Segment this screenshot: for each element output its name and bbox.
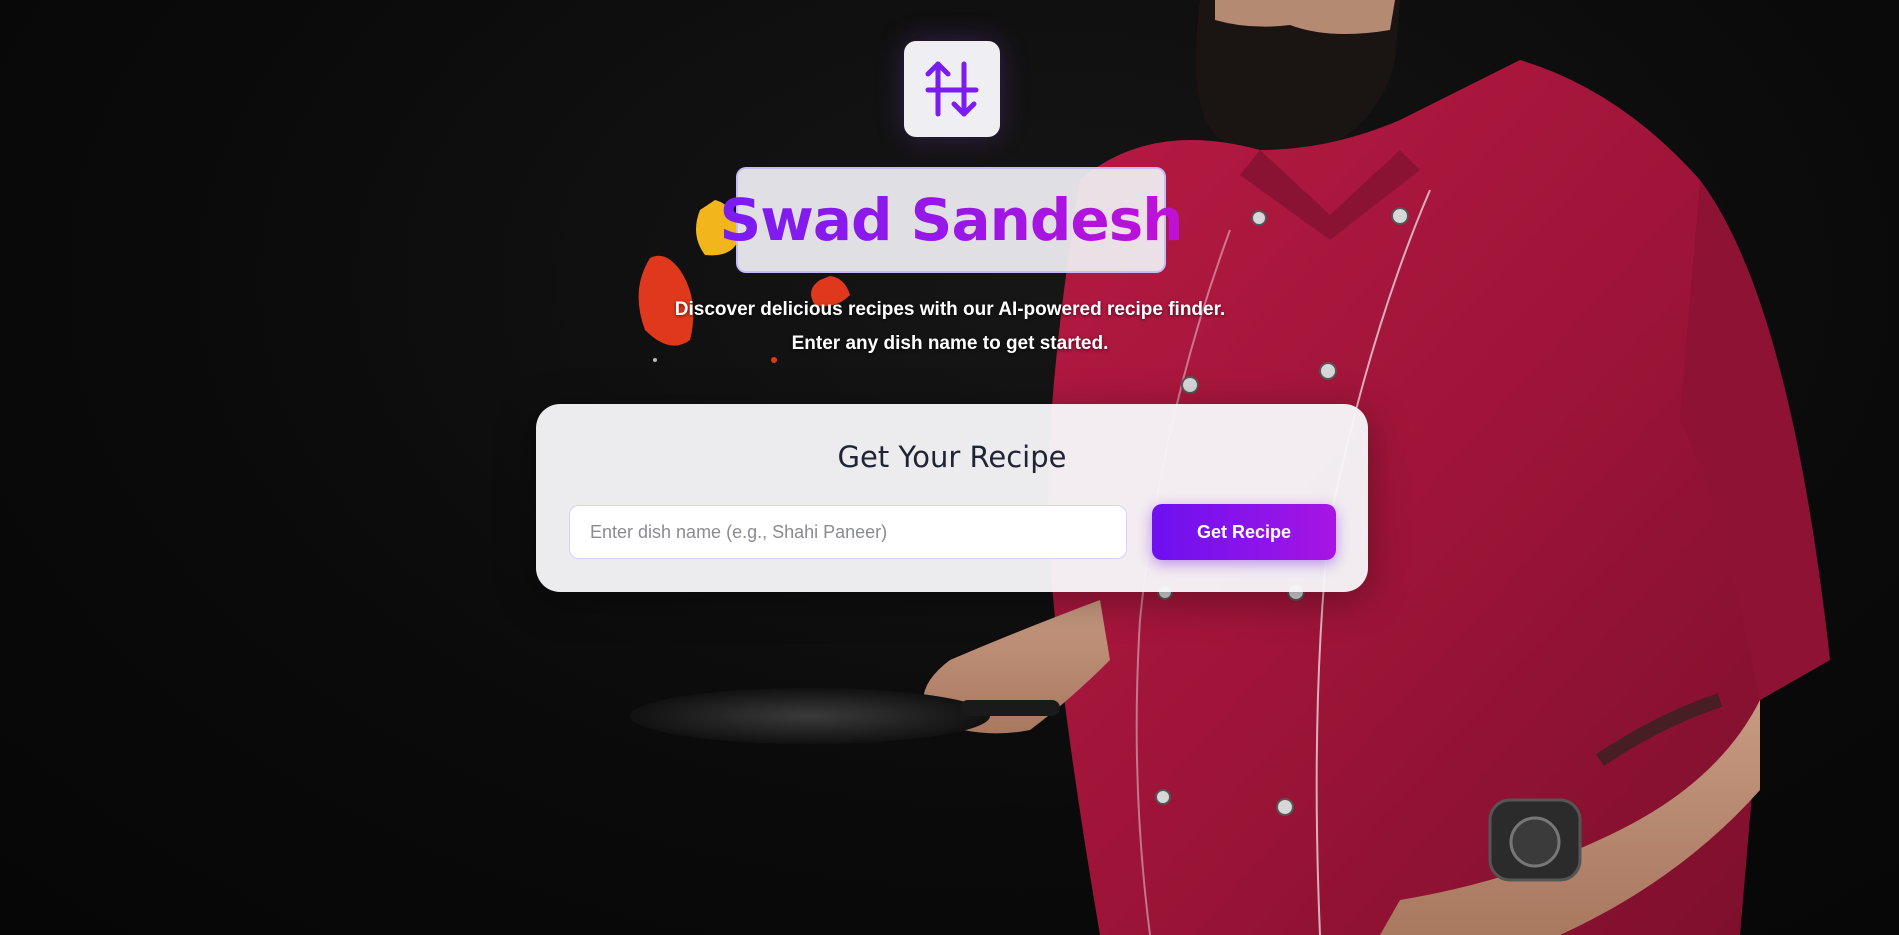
up-down-arrows-icon (925, 61, 979, 117)
recipe-form-heading: Get Your Recipe (837, 440, 1067, 474)
app-title-card: Swad Sandesh (719, 167, 1184, 273)
app-title: Swad Sandesh (719, 186, 1183, 254)
dish-name-input[interactable] (569, 505, 1127, 559)
subtitle-line-1: Discover delicious recipes with our AI-p… (674, 299, 1226, 320)
get-recipe-button[interactable]: Get Recipe (1152, 504, 1336, 560)
page: Swad Sandesh Discover delicious recipes … (0, 0, 1899, 935)
logo (904, 41, 1000, 137)
app-subtitle: Discover delicious recipes with our AI-p… (600, 293, 1300, 361)
subtitle-line-2: Enter any dish name to get started. (791, 333, 1109, 354)
recipe-form-card: Get Your Recipe Get Recipe (536, 404, 1368, 592)
